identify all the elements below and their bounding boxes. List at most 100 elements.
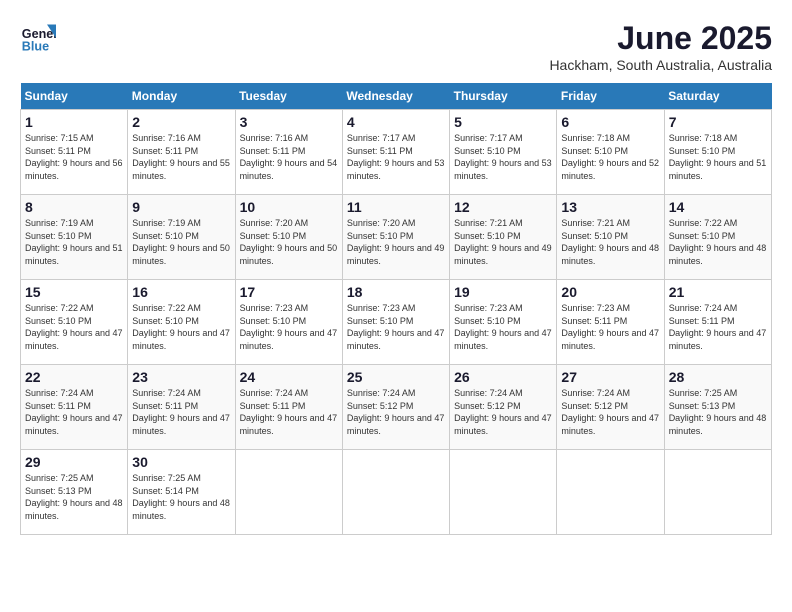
day-number: 29 — [25, 454, 123, 470]
day-info: Sunrise: 7:25 AMSunset: 5:13 PMDaylight:… — [25, 472, 123, 522]
header-row: SundayMondayTuesdayWednesdayThursdayFrid… — [21, 83, 772, 110]
day-info: Sunrise: 7:22 AMSunset: 5:10 PMDaylight:… — [132, 302, 230, 352]
header-cell-thursday: Thursday — [450, 83, 557, 110]
day-info: Sunrise: 7:18 AMSunset: 5:10 PMDaylight:… — [561, 132, 659, 182]
day-number: 27 — [561, 369, 659, 385]
day-info: Sunrise: 7:23 AMSunset: 5:10 PMDaylight:… — [454, 302, 552, 352]
header-cell-tuesday: Tuesday — [235, 83, 342, 110]
day-number: 22 — [25, 369, 123, 385]
day-number: 24 — [240, 369, 338, 385]
day-info: Sunrise: 7:16 AMSunset: 5:11 PMDaylight:… — [132, 132, 230, 182]
day-info: Sunrise: 7:21 AMSunset: 5:10 PMDaylight:… — [454, 217, 552, 267]
day-info: Sunrise: 7:25 AMSunset: 5:13 PMDaylight:… — [669, 387, 767, 437]
header-cell-monday: Monday — [128, 83, 235, 110]
day-info: Sunrise: 7:22 AMSunset: 5:10 PMDaylight:… — [669, 217, 767, 267]
calendar-cell: 20 Sunrise: 7:23 AMSunset: 5:11 PMDayligh… — [557, 280, 664, 365]
week-row-5: 29 Sunrise: 7:25 AMSunset: 5:13 PMDayligh… — [21, 450, 772, 535]
day-number: 20 — [561, 284, 659, 300]
week-row-1: 1 Sunrise: 7:15 AMSunset: 5:11 PMDaylight… — [21, 110, 772, 195]
calendar-cell: 26Sunrise: 7:24 AMSunset: 5:12 PMDayligh… — [450, 365, 557, 450]
calendar-cell: 17Sunrise: 7:23 AMSunset: 5:10 PMDayligh… — [235, 280, 342, 365]
day-info: Sunrise: 7:19 AMSunset: 5:10 PMDaylight:… — [25, 217, 123, 267]
day-number: 2 — [132, 114, 230, 130]
header-cell-wednesday: Wednesday — [342, 83, 449, 110]
calendar-cell: 13Sunrise: 7:21 AMSunset: 5:10 PMDayligh… — [557, 195, 664, 280]
day-info: Sunrise: 7:19 AMSunset: 5:10 PMDaylight:… — [132, 217, 230, 267]
calendar-cell: 23Sunrise: 7:24 AMSunset: 5:11 PMDayligh… — [128, 365, 235, 450]
day-number: 28 — [669, 369, 767, 385]
calendar-cell: 6Sunrise: 7:18 AMSunset: 5:10 PMDaylight… — [557, 110, 664, 195]
day-info: Sunrise: 7:17 AMSunset: 5:11 PMDaylight:… — [347, 132, 445, 182]
calendar-cell: 8 Sunrise: 7:19 AMSunset: 5:10 PMDaylight… — [21, 195, 128, 280]
calendar-cell: 29 Sunrise: 7:25 AMSunset: 5:13 PMDayligh… — [21, 450, 128, 535]
calendar-cell — [664, 450, 771, 535]
day-number: 11 — [347, 199, 445, 215]
calendar-cell — [342, 450, 449, 535]
calendar-cell: 28 Sunrise: 7:25 AMSunset: 5:13 PMDayligh… — [664, 365, 771, 450]
calendar-cell: 14Sunrise: 7:22 AMSunset: 5:10 PMDayligh… — [664, 195, 771, 280]
day-number: 17 — [240, 284, 338, 300]
day-number: 12 — [454, 199, 552, 215]
day-number: 18 — [347, 284, 445, 300]
calendar-cell: 25 Sunrise: 7:24 AMSunset: 5:12 PMDayligh… — [342, 365, 449, 450]
calendar-cell: 11Sunrise: 7:20 AMSunset: 5:10 PMDayligh… — [342, 195, 449, 280]
logo: General Blue — [20, 20, 56, 56]
calendar-cell: 7Sunrise: 7:18 AMSunset: 5:10 PMDaylight… — [664, 110, 771, 195]
day-number: 15 — [25, 284, 123, 300]
calendar-cell — [557, 450, 664, 535]
day-number: 3 — [240, 114, 338, 130]
calendar-cell: 3 Sunrise: 7:16 AMSunset: 5:11 PMDaylight… — [235, 110, 342, 195]
day-info: Sunrise: 7:23 AMSunset: 5:11 PMDaylight:… — [561, 302, 659, 352]
calendar-cell — [450, 450, 557, 535]
header-cell-sunday: Sunday — [21, 83, 128, 110]
day-number: 13 — [561, 199, 659, 215]
day-number: 26 — [454, 369, 552, 385]
week-row-4: 22 Sunrise: 7:24 AMSunset: 5:11 PMDayligh… — [21, 365, 772, 450]
week-row-2: 8 Sunrise: 7:19 AMSunset: 5:10 PMDaylight… — [21, 195, 772, 280]
day-info: Sunrise: 7:24 AMSunset: 5:12 PMDaylight:… — [561, 387, 659, 437]
day-number: 23 — [132, 369, 230, 385]
calendar-cell: 22Sunrise: 7:24 AMSunset: 5:11 PMDayligh… — [21, 365, 128, 450]
calendar-cell: 10Sunrise: 7:20 AMSunset: 5:10 PMDayligh… — [235, 195, 342, 280]
day-number: 25 — [347, 369, 445, 385]
day-info: Sunrise: 7:17 AMSunset: 5:10 PMDaylight:… — [454, 132, 552, 182]
day-info: Sunrise: 7:15 AMSunset: 5:11 PMDaylight:… — [25, 132, 123, 182]
calendar-cell: 24 Sunrise: 7:24 AMSunset: 5:11 PMDayligh… — [235, 365, 342, 450]
calendar-cell: 2 Sunrise: 7:16 AMSunset: 5:11 PMDaylight… — [128, 110, 235, 195]
day-number: 1 — [25, 114, 123, 130]
day-number: 30 — [132, 454, 230, 470]
calendar-cell: 9 Sunrise: 7:19 AMSunset: 5:10 PMDaylight… — [128, 195, 235, 280]
day-number: 16 — [132, 284, 230, 300]
day-number: 9 — [132, 199, 230, 215]
day-info: Sunrise: 7:22 AMSunset: 5:10 PMDaylight:… — [25, 302, 123, 352]
calendar-cell: 16 Sunrise: 7:22 AMSunset: 5:10 PMDayligh… — [128, 280, 235, 365]
calendar-cell: 12 Sunrise: 7:21 AMSunset: 5:10 PMDayligh… — [450, 195, 557, 280]
calendar-cell: 15 Sunrise: 7:22 AMSunset: 5:10 PMDayligh… — [21, 280, 128, 365]
calendar-cell: 19 Sunrise: 7:23 AMSunset: 5:10 PMDayligh… — [450, 280, 557, 365]
day-number: 19 — [454, 284, 552, 300]
calendar-cell: 18 Sunrise: 7:23 AMSunset: 5:10 PMDayligh… — [342, 280, 449, 365]
calendar-cell: 1 Sunrise: 7:15 AMSunset: 5:11 PMDaylight… — [21, 110, 128, 195]
calendar-cell: 4 Sunrise: 7:17 AMSunset: 5:11 PMDaylight… — [342, 110, 449, 195]
calendar-cell: 27 Sunrise: 7:24 AMSunset: 5:12 PMDayligh… — [557, 365, 664, 450]
calendar-cell — [235, 450, 342, 535]
day-number: 4 — [347, 114, 445, 130]
month-title: June 2025 — [549, 20, 772, 57]
day-info: Sunrise: 7:24 AMSunset: 5:11 PMDaylight:… — [240, 387, 338, 437]
week-row-3: 15 Sunrise: 7:22 AMSunset: 5:10 PMDayligh… — [21, 280, 772, 365]
location-title: Hackham, South Australia, Australia — [549, 57, 772, 73]
day-info: Sunrise: 7:18 AMSunset: 5:10 PMDaylight:… — [669, 132, 767, 182]
header-cell-friday: Friday — [557, 83, 664, 110]
day-info: Sunrise: 7:20 AMSunset: 5:10 PMDaylight:… — [240, 217, 338, 267]
day-number: 8 — [25, 199, 123, 215]
calendar-cell: 21 Sunrise: 7:24 AMSunset: 5:11 PMDayligh… — [664, 280, 771, 365]
day-number: 21 — [669, 284, 767, 300]
day-info: Sunrise: 7:24 AMSunset: 5:12 PMDaylight:… — [347, 387, 445, 437]
day-number: 5 — [454, 114, 552, 130]
day-info: Sunrise: 7:23 AMSunset: 5:10 PMDaylight:… — [347, 302, 445, 352]
day-info: Sunrise: 7:16 AMSunset: 5:11 PMDaylight:… — [240, 132, 338, 182]
header: General Blue June 2025 Hackham, South Au… — [20, 20, 772, 73]
calendar-cell: 5 Sunrise: 7:17 AMSunset: 5:10 PMDaylight… — [450, 110, 557, 195]
calendar-cell: 30Sunrise: 7:25 AMSunset: 5:14 PMDayligh… — [128, 450, 235, 535]
day-info: Sunrise: 7:24 AMSunset: 5:11 PMDaylight:… — [669, 302, 767, 352]
